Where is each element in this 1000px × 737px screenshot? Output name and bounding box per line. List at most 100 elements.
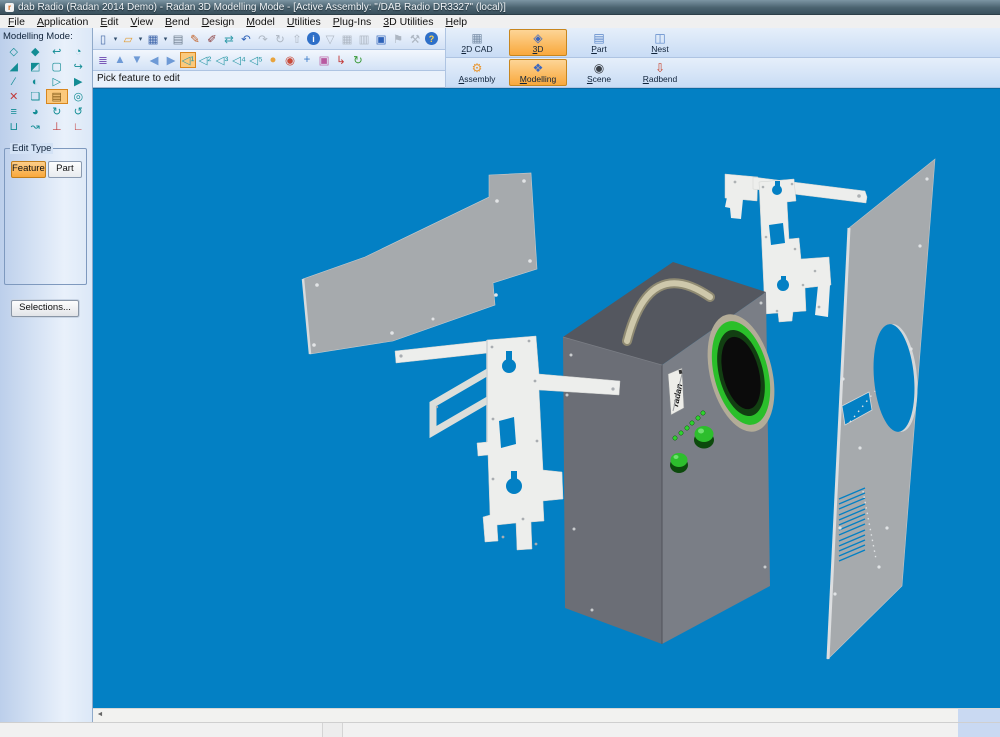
pan-icon[interactable]: + [299, 52, 315, 68]
draw-pencil-icon[interactable]: ✎ [187, 31, 203, 47]
flag-icon[interactable]: ⚑ [390, 31, 406, 47]
export-icon[interactable]: ↳ [333, 52, 349, 68]
modelling-tool-icon-10[interactable]: ◐ [25, 74, 47, 89]
mode-part-button[interactable]: ▤ Part [570, 29, 628, 56]
modelling-tool-icon-21[interactable]: ⊔ [3, 119, 25, 134]
window-icon[interactable]: ▣ [373, 31, 389, 47]
scroll-corner [958, 709, 1000, 722]
mode-radbend-button[interactable]: ⇩ Radbend [631, 59, 689, 86]
filter-icon[interactable]: ▽ [322, 31, 338, 47]
modelling-tool-icon-9[interactable]: ∕ [3, 74, 25, 89]
table-icon[interactable]: ▦ [339, 31, 355, 47]
view-5-icon[interactable]: ◁⁵ [248, 52, 264, 68]
modelling-tool-icon-11[interactable]: ▷ [46, 74, 68, 89]
modelling-tool-icon-8[interactable]: ↪ [68, 59, 90, 74]
target-icon[interactable]: ◉ [282, 52, 298, 68]
save-icon[interactable]: ▦ [145, 31, 161, 47]
menu-bend[interactable]: Bend [159, 16, 196, 28]
menu-view[interactable]: View [124, 16, 159, 28]
modelling-tool-icon-22[interactable]: ↝ [25, 119, 47, 134]
modelling-tool-icon-16[interactable]: ◎ [68, 89, 90, 104]
save-dropdown-icon[interactable]: ▾ [162, 31, 169, 47]
promote-icon[interactable]: ⇧ [289, 31, 305, 47]
new-icon[interactable]: ▯ [95, 31, 111, 47]
grid-icon[interactable]: ▥ [356, 31, 372, 47]
title-bar[interactable]: r dab Radio (Radan 2014 Demo) - Radan 3D… [0, 0, 1000, 15]
modelling-tool-delete-icon[interactable]: ✕ [3, 89, 25, 104]
new-dropdown-icon[interactable]: ▾ [112, 31, 119, 47]
open-dropdown-icon[interactable]: ▾ [137, 31, 144, 47]
selections-button[interactable]: Selections... [11, 300, 79, 317]
sidebar-panel: Modelling Mode: ◇◆↩◔◢◩▢↪∕◐▷▶✕❏▤◎≡◕↻↺⊔↝⊥∟… [0, 28, 93, 722]
mode-button-label: Assembly [459, 75, 496, 84]
info-icon[interactable]: i [307, 32, 320, 45]
modelling-tool-icon-7[interactable]: ▢ [46, 59, 68, 74]
modelling-tool-icon-12[interactable]: ▶ [68, 74, 90, 89]
modelling-tool-icon-20[interactable]: ↺ [68, 104, 90, 119]
menu-utilities[interactable]: Utilities [281, 16, 327, 28]
help-icon[interactable]: ? [425, 32, 438, 45]
arrow-down-icon[interactable]: ▼ [129, 52, 145, 68]
menu-help[interactable]: Help [439, 16, 473, 28]
tools-icon[interactable]: ⚒ [407, 31, 423, 47]
open-icon[interactable]: ▱ [120, 31, 136, 47]
shaded-view-icon[interactable]: ● [265, 52, 281, 68]
modelling-tool-icon-4[interactable]: ◔ [68, 44, 90, 59]
undo-icon[interactable]: ↶ [238, 31, 254, 47]
status-cell-3 [343, 723, 958, 737]
menu-file[interactable]: File [2, 16, 31, 28]
radio-knob-1 [694, 426, 714, 449]
arrow-right-icon[interactable]: ▶ [163, 52, 179, 68]
modelling-tool-icon-3[interactable]: ↩ [46, 44, 68, 59]
modelling-tool-icon-24[interactable]: ∟ [68, 119, 90, 134]
arrow-up-icon[interactable]: ▲ [112, 52, 128, 68]
mode-2d-cad-button[interactable]: ▦ 2D CAD [448, 29, 506, 56]
print-icon[interactable]: ▤ [170, 31, 186, 47]
part-radio-body[interactable]: radan [563, 262, 786, 644]
mode-button-icon: ◉ [594, 61, 604, 75]
view-toolbar: ≣▲▼◀▶◁¹◁²◁³◁⁴◁⁵●◉+▣↳↻ [93, 50, 445, 71]
menu-model[interactable]: Model [240, 16, 281, 28]
redo-icon[interactable]: ↷ [255, 31, 271, 47]
view-4-icon[interactable]: ◁⁴ [231, 52, 247, 68]
mode-3d-button[interactable]: ◈ 3D [509, 29, 567, 56]
layers-icon[interactable]: ▣ [316, 52, 332, 68]
scroll-track[interactable] [107, 709, 958, 722]
modelling-tool-icon-5[interactable]: ◢ [3, 59, 25, 74]
mode-modelling-button[interactable]: ❖ Modelling [509, 59, 567, 86]
modelling-tool-icon-23[interactable]: ⊥ [46, 119, 68, 134]
menu-application[interactable]: Application [31, 16, 94, 28]
modelling-tool-icon-1[interactable]: ◇ [3, 44, 25, 59]
arrow-left-icon[interactable]: ◀ [146, 52, 162, 68]
viewport-3d[interactable]: radan [93, 88, 1000, 708]
edit-type-part-button[interactable]: Part [48, 161, 82, 178]
radio-knob-2 [670, 453, 688, 473]
menu-3d-utilities[interactable]: 3D Utilities [377, 16, 439, 28]
sequence-icon[interactable]: ≣ [95, 52, 111, 68]
view-2-icon[interactable]: ◁² [197, 52, 213, 68]
view-1-icon[interactable]: ◁¹ [180, 52, 196, 68]
part-front-panel[interactable] [828, 159, 935, 659]
horizontal-scrollbar[interactable]: ◄ [93, 708, 1000, 722]
modelling-tool-icon-2[interactable]: ◆ [25, 44, 47, 59]
modelling-tool-icon-17[interactable]: ≡ [3, 104, 25, 119]
modelling-tool-edit-feature-icon[interactable]: ▤ [46, 89, 68, 104]
swap-arrows-icon[interactable]: ⇄ [221, 31, 237, 47]
mode-assembly-button[interactable]: ⚙ Assembly [448, 59, 506, 86]
modelling-tool-icon-19[interactable]: ↻ [46, 104, 68, 119]
modelling-tool-icon-14[interactable]: ❏ [25, 89, 47, 104]
edit-pen-icon[interactable]: ✐ [204, 31, 220, 47]
menu-design[interactable]: Design [196, 16, 241, 28]
mode-nest-button[interactable]: ◫ Nest [631, 29, 689, 56]
menu-plugins[interactable]: Plug-Ins [327, 16, 378, 28]
modelling-tool-icon-18[interactable]: ◕ [25, 104, 47, 119]
part-side-plate[interactable] [303, 173, 537, 354]
refresh-green-icon[interactable]: ↻ [350, 52, 366, 68]
scroll-left-icon[interactable]: ◄ [93, 709, 107, 722]
rotate-icon[interactable]: ↻ [272, 31, 288, 47]
mode-scene-button[interactable]: ◉ Scene [570, 59, 628, 86]
menu-edit[interactable]: Edit [94, 16, 124, 28]
view-3-icon[interactable]: ◁³ [214, 52, 230, 68]
edit-type-feature-button[interactable]: Feature [11, 161, 46, 178]
modelling-tool-icon-6[interactable]: ◩ [25, 59, 47, 74]
